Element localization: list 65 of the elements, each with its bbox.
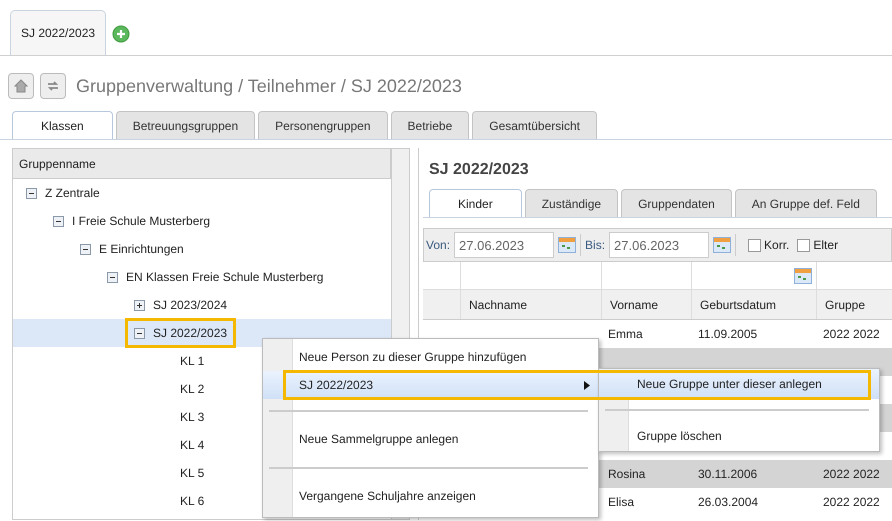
to-date-field[interactable]: 27.06.2023	[609, 232, 710, 258]
date-filter-icon[interactable]	[794, 268, 812, 284]
from-label: Von:	[426, 237, 450, 254]
checkbox-label: Elter	[813, 237, 838, 254]
tree-label: EN Klassen Freie Schule Musterberg	[126, 269, 324, 286]
collapse-icon[interactable]	[26, 188, 37, 198]
tab[interactable]: Betreuungsgruppen	[116, 111, 256, 139]
column-header[interactable]: Gruppe	[817, 290, 892, 319]
table-cell-text: 26.03.2004	[698, 494, 758, 511]
calendar-icon[interactable]	[713, 237, 732, 253]
tab[interactable]: Gesamtübersicht	[472, 111, 597, 139]
refresh-icon	[46, 79, 60, 93]
tab[interactable]: Personengruppen	[258, 111, 388, 139]
collapse-icon[interactable]	[80, 244, 91, 254]
tree-label: SJ 2023/2024	[153, 297, 228, 314]
column-header[interactable]: Geburtsdatum	[692, 290, 817, 319]
tree-label: SJ 2022/2023	[153, 325, 228, 342]
table-cell-text: Rosina	[608, 466, 646, 483]
refresh-button[interactable]	[40, 73, 66, 99]
column-header[interactable]: Vorname	[602, 290, 692, 319]
menu-item[interactable]: Vergangene Schuljahre anzeigen	[263, 479, 598, 513]
table-cell-text: 2022 2022	[823, 326, 880, 343]
submenu-arrow-icon	[584, 380, 590, 390]
table-cell-text: 2022 2022	[823, 466, 880, 483]
table-cell-text: 11.09.2005	[698, 326, 758, 343]
tree-row[interactable]: SJ 2023/2024	[13, 291, 391, 319]
tree-label: E Einrichtungen	[99, 241, 184, 258]
tree-label: KL 5	[180, 465, 204, 482]
to-label: Bis:	[585, 237, 606, 254]
collapse-icon[interactable]	[134, 328, 145, 338]
tree-label: I Freie Schule Musterberg	[72, 213, 210, 230]
column-header: Gruppenname	[13, 149, 391, 179]
document-tab[interactable]: SJ 2022/2023	[10, 10, 106, 55]
table-cell-text: Emma	[608, 326, 643, 343]
home-icon	[14, 79, 28, 93]
menu-item[interactable]: Neue Sammelgruppe anlegen	[263, 422, 598, 456]
add-tab-icon[interactable]	[112, 25, 130, 43]
menu-item[interactable]: Gruppe löschen	[599, 421, 879, 451]
tab[interactable]: Gruppendaten	[621, 189, 732, 217]
tab[interactable]: Klassen	[12, 111, 113, 139]
table-cell-text: Elisa	[608, 494, 634, 511]
tree-label: KL 3	[180, 409, 204, 426]
tree-row[interactable]: EN Klassen Freie Schule Musterberg	[13, 263, 391, 291]
tree-row[interactable]: E Einrichtungen	[13, 235, 391, 263]
expand-icon[interactable]	[134, 300, 145, 310]
checkbox[interactable]	[797, 238, 810, 252]
tree-label: Z Zentrale	[45, 185, 100, 202]
checkbox[interactable]	[748, 238, 762, 252]
tab[interactable]: Betriebe	[390, 111, 470, 139]
home-button[interactable]	[8, 73, 34, 99]
table-cell-text: 2022 2022	[823, 494, 880, 511]
column-header[interactable]: Nachname	[461, 290, 602, 319]
detail-title: SJ 2022/2023	[428, 160, 530, 180]
tree-row[interactable]: Z Zentrale	[13, 179, 391, 207]
tab[interactable]: An Gruppe def. Feld	[734, 189, 877, 217]
calendar-icon[interactable]	[558, 237, 576, 253]
checkbox-label: Korr.	[764, 237, 790, 254]
from-date-field[interactable]: 27.06.2023	[454, 232, 554, 258]
tab[interactable]: Kinder	[429, 189, 522, 217]
breadcrumb-title: Gruppenverwaltung / Teilnehmer / SJ 2022/2023	[76, 74, 462, 98]
tab[interactable]: Zuständige	[524, 189, 618, 217]
collapse-icon[interactable]	[107, 272, 118, 282]
collapse-icon[interactable]	[53, 216, 64, 226]
tree-row[interactable]: I Freie Schule Musterberg	[13, 207, 391, 235]
table-cell-text: 30.11.2006	[698, 466, 758, 483]
